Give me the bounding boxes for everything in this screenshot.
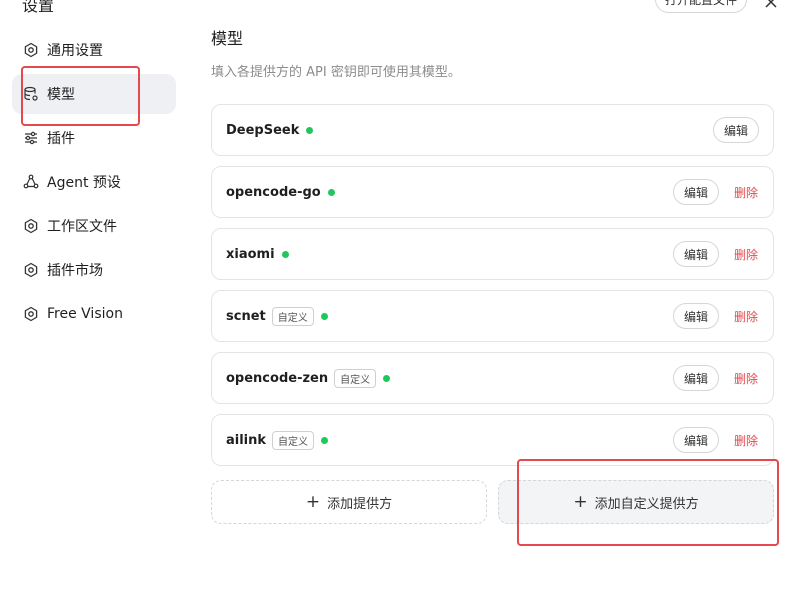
- provider-list: DeepSeek 编辑 opencode-go 编辑 删除 xiaomi 编辑 …: [211, 104, 774, 476]
- edit-button[interactable]: 编辑: [713, 117, 759, 143]
- provider-card: scnet 自定义 编辑 删除: [211, 290, 774, 342]
- delete-button[interactable]: 删除: [733, 370, 759, 387]
- provider-card: xiaomi 编辑 删除: [211, 228, 774, 280]
- add-custom-provider-button[interactable]: + 添加自定义提供方: [498, 480, 774, 524]
- gear-icon: [23, 42, 39, 58]
- provider-name: scnet: [226, 308, 266, 324]
- edit-button[interactable]: 编辑: [673, 241, 719, 267]
- settings-sidebar: 通用设置 模型 插件 Agent 预设 工作区文件 插件市场 Free Visi…: [12, 30, 176, 338]
- custom-tag: 自定义: [272, 430, 315, 450]
- provider-name: DeepSeek: [226, 122, 300, 138]
- open-config-file-button[interactable]: 打开配置文件: [655, 0, 747, 13]
- sidebar-item-label: 插件市场: [47, 263, 103, 279]
- add-provider-label: 添加提供方: [327, 496, 393, 512]
- status-dot: [327, 188, 335, 196]
- sidebar-item-models[interactable]: 模型: [12, 74, 176, 114]
- status-dot: [306, 126, 314, 134]
- sidebar-item-general[interactable]: 通用设置: [12, 30, 176, 70]
- add-custom-provider-label: 添加自定义提供方: [594, 496, 699, 512]
- settings-title: 设置: [22, 0, 55, 15]
- provider-card: opencode-go 编辑 删除: [211, 166, 774, 218]
- custom-tag: 自定义: [271, 306, 314, 326]
- sidebar-item-workspace-files[interactable]: 工作区文件: [12, 206, 176, 246]
- sliders-icon: [23, 130, 39, 146]
- edit-button[interactable]: 编辑: [673, 427, 719, 453]
- provider-card: opencode-zen 自定义 编辑 删除: [211, 352, 774, 404]
- delete-button[interactable]: 删除: [733, 432, 759, 449]
- sidebar-item-agent-presets[interactable]: Agent 预设: [12, 162, 176, 202]
- sidebar-item-label: 模型: [47, 87, 75, 103]
- add-provider-row: + 添加提供方 + 添加自定义提供方: [211, 480, 774, 524]
- custom-tag: 自定义: [334, 368, 377, 388]
- provider-card: DeepSeek 编辑: [211, 104, 774, 156]
- gear-icon: [23, 306, 39, 322]
- sidebar-item-plugins[interactable]: 插件: [12, 118, 176, 158]
- plus-icon: +: [573, 491, 588, 512]
- sidebar-item-label: Agent 预设: [47, 175, 121, 191]
- sidebar-item-label: 插件: [47, 131, 75, 147]
- plus-icon: +: [305, 491, 321, 512]
- close-icon[interactable]: [763, 0, 779, 10]
- status-dot: [383, 374, 391, 382]
- sidebar-item-label: 通用设置: [47, 43, 103, 59]
- delete-button[interactable]: 删除: [733, 184, 759, 201]
- edit-button[interactable]: 编辑: [673, 179, 719, 205]
- sidebar-item-label: Free Vision: [47, 306, 123, 322]
- database-icon: [23, 86, 39, 102]
- sidebar-item-label: 工作区文件: [47, 219, 117, 235]
- edit-button[interactable]: 编辑: [673, 365, 719, 391]
- edit-button[interactable]: 编辑: [673, 303, 719, 329]
- sidebar-item-free-vision[interactable]: Free Vision: [12, 294, 176, 334]
- delete-button[interactable]: 删除: [733, 246, 759, 263]
- status-dot: [281, 250, 289, 258]
- gear-icon: [23, 262, 39, 278]
- sidebar-item-plugin-market[interactable]: 插件市场: [12, 250, 176, 290]
- provider-name: ailink: [226, 432, 267, 448]
- page-title: 模型: [211, 29, 244, 48]
- agent-icon: [23, 174, 39, 190]
- add-provider-button[interactable]: + 添加提供方: [211, 480, 487, 524]
- provider-card: ailink 自定义 编辑 删除: [211, 414, 774, 466]
- provider-name: xiaomi: [226, 246, 275, 262]
- provider-name: opencode-go: [226, 184, 321, 200]
- page-subtitle: 填入各提供方的 API 密钥即可使用其模型。: [211, 65, 461, 80]
- gear-icon: [23, 218, 39, 234]
- status-dot: [321, 436, 329, 444]
- delete-button[interactable]: 删除: [733, 308, 759, 325]
- status-dot: [320, 312, 328, 320]
- provider-name: opencode-zen: [226, 370, 329, 386]
